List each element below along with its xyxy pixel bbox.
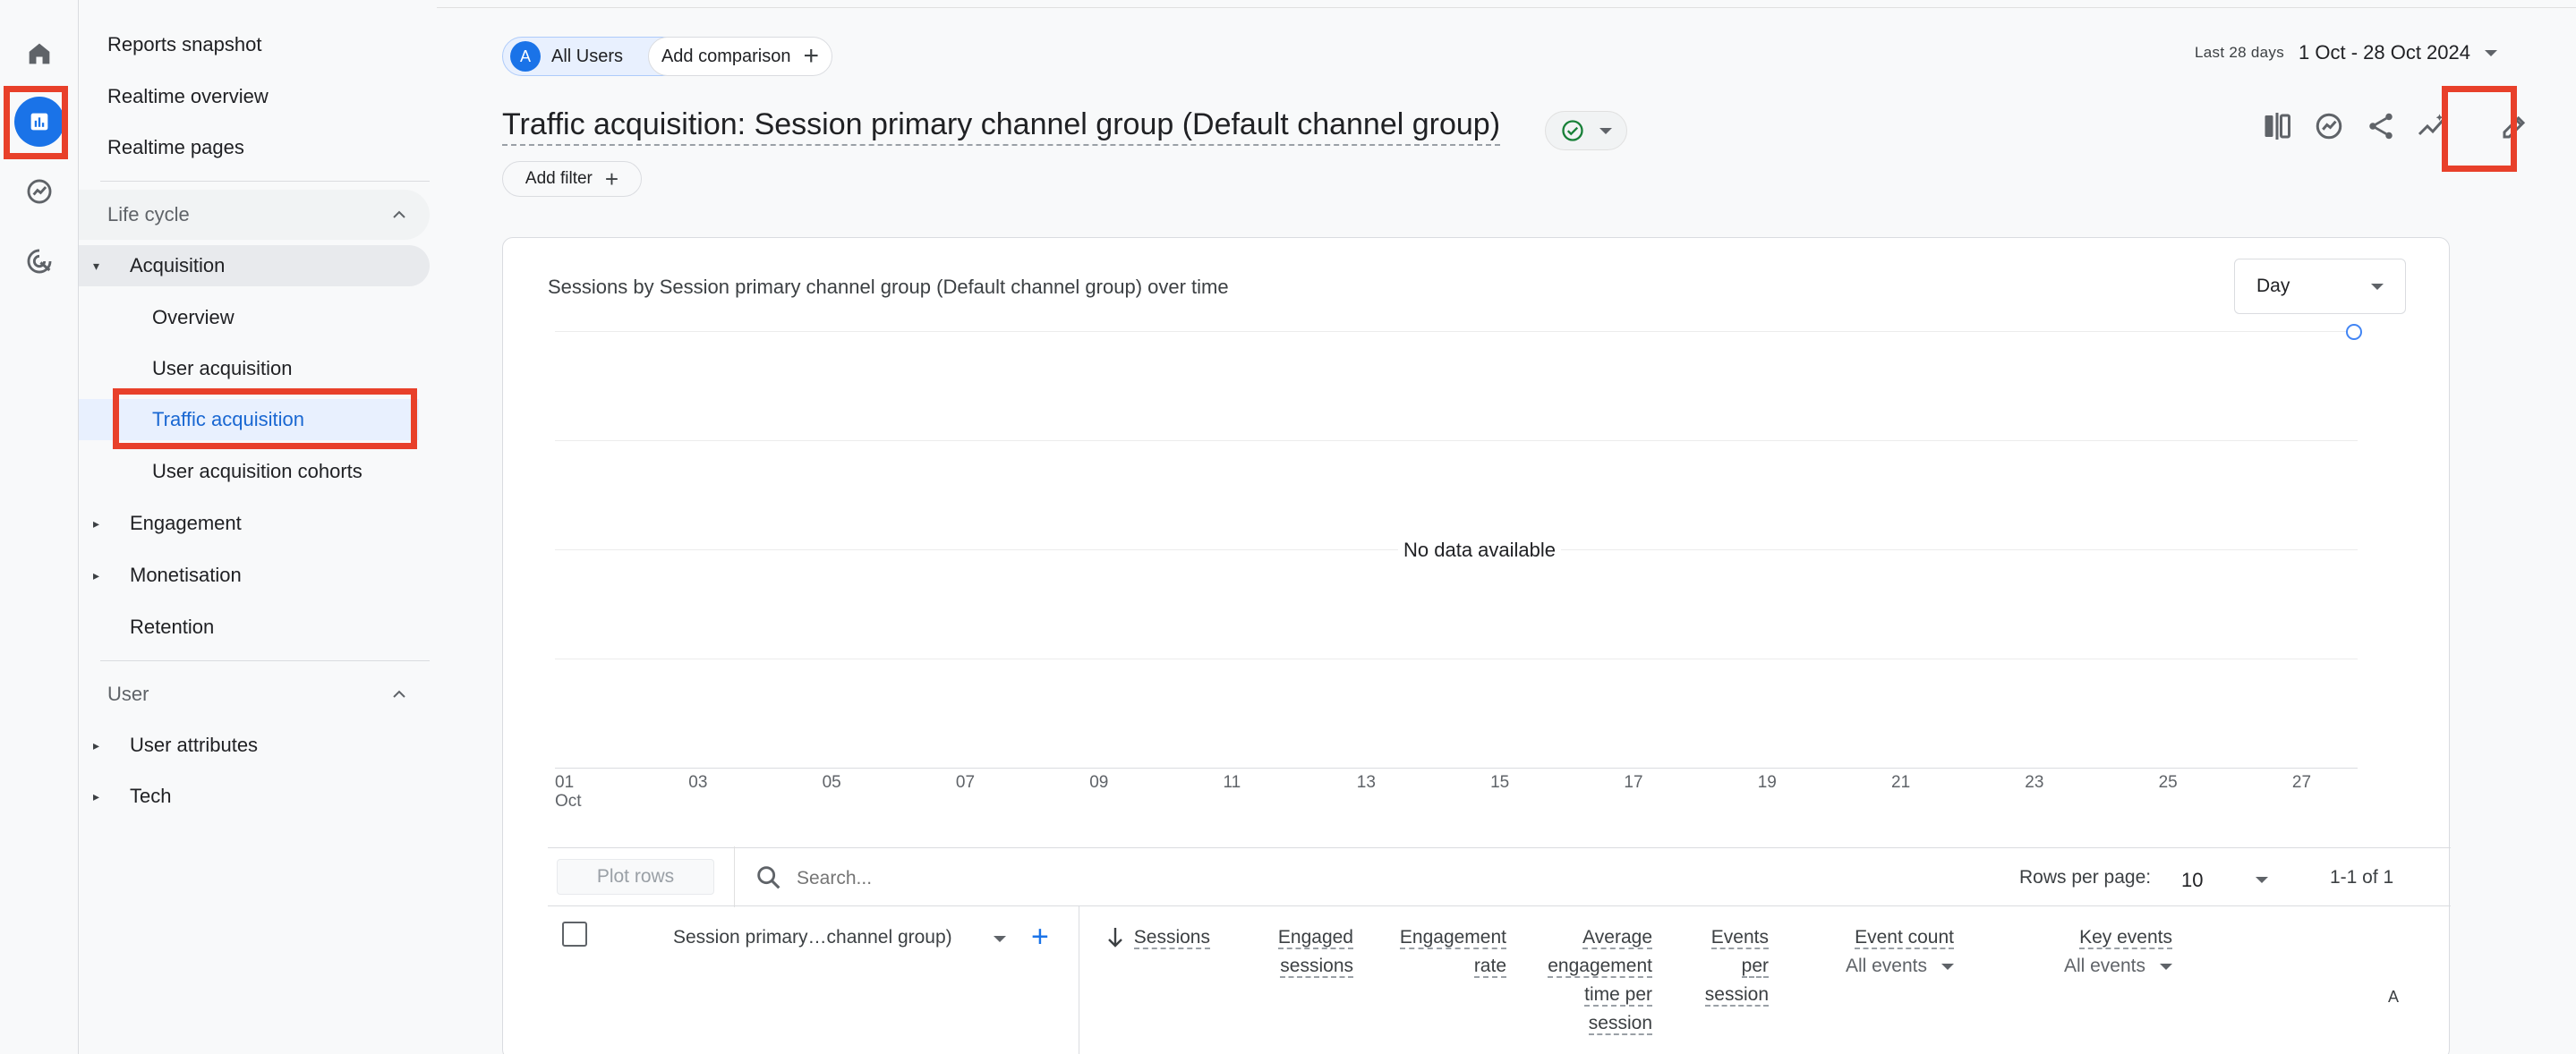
x-tick-label: 27 (2291, 773, 2312, 792)
gridline (555, 440, 2358, 441)
nav-divider (100, 660, 430, 661)
share-icon[interactable] (2363, 106, 2399, 147)
nav-monetisation[interactable]: ▸ Monetisation (79, 555, 430, 596)
toolbar-divider (734, 846, 735, 907)
nav-acquisition-overview[interactable]: Overview (79, 297, 419, 338)
nav-retention[interactable]: Retention (79, 607, 430, 648)
add-comparison-button[interactable]: Add comparison + (648, 37, 832, 76)
sort-down-icon[interactable] (1105, 925, 1126, 950)
top-border (437, 7, 2576, 8)
metric-column-header[interactable]: Average engagement time per session (1548, 923, 1652, 1038)
nav-realtime-overview[interactable]: Realtime overview (79, 76, 430, 117)
check-circle-icon (1562, 120, 1583, 141)
nav-divider (100, 181, 430, 182)
plus-icon: + (604, 166, 619, 192)
nav-user-acquisition-cohorts[interactable]: User acquisition cohorts (79, 451, 419, 492)
metric-column-header[interactable]: Events per session (1704, 923, 1769, 1009)
table-search-input[interactable] (797, 864, 1423, 893)
x-month-label: Oct (555, 792, 582, 811)
dropdown-arrow-icon (2485, 49, 2497, 56)
chart-title: Sessions by Session primary channel grou… (548, 276, 1229, 298)
table-toolbar-border (548, 847, 2451, 848)
caret-down-icon: ▾ (93, 258, 100, 273)
dropdown-arrow-icon[interactable] (2256, 877, 2268, 883)
granularity-select[interactable]: Day (2234, 259, 2406, 314)
table-header-border (548, 905, 2451, 906)
x-axis-line (555, 768, 2358, 769)
x-tick-label: 09 (1089, 773, 1109, 792)
nav-section-lifecycle[interactable]: Life cycle (79, 190, 430, 240)
gridline (555, 331, 2358, 332)
event-filter-select: All events (1846, 952, 1954, 981)
x-tick-label: 25 (2158, 773, 2178, 792)
report-nav: Reports snapshot Realtime overview Realt… (79, 0, 437, 1054)
x-tick-label: 13 (1356, 773, 1376, 792)
dropdown-arrow-icon (1941, 963, 1954, 970)
nav-user-acquisition[interactable]: User acquisition (79, 348, 419, 389)
pagination-info: 1-1 of 1 (2330, 867, 2394, 888)
event-filter-select: All events (2064, 952, 2172, 981)
x-tick-label: 19 (1757, 773, 1777, 792)
home-icon[interactable] (14, 29, 64, 79)
add-dimension-plus-icon[interactable]: + (1031, 920, 1049, 955)
nav-acquisition[interactable]: ▾ Acquisition (79, 245, 430, 286)
add-filter-button[interactable]: Add filter + (502, 161, 642, 197)
rows-per-page-select[interactable]: 10 (2181, 869, 2203, 892)
caret-right-icon: ▸ (93, 515, 100, 531)
dropdown-arrow-icon (2160, 963, 2172, 970)
highlight-box-edit (2442, 86, 2517, 172)
search-icon (757, 866, 780, 889)
x-tick-label: 11 (1223, 773, 1241, 792)
x-tick-label: 17 (1624, 773, 1643, 792)
x-tick-label: 01 Oct (555, 773, 582, 811)
x-tick-label: 05 (822, 773, 841, 792)
caret-right-icon: ▸ (93, 788, 100, 803)
dropdown-arrow-icon[interactable] (994, 936, 1006, 942)
metric-column-header[interactable]: Sessions (1133, 923, 1210, 952)
explore-icon[interactable] (14, 166, 64, 217)
caret-right-icon: ▸ (93, 737, 100, 752)
compare-icon[interactable] (2259, 106, 2295, 147)
plus-icon: + (803, 41, 820, 71)
dimension-column-header[interactable]: Session primary…channel group) (673, 927, 952, 948)
rows-per-page-label: Rows per page: (2019, 867, 2152, 888)
metric-column-header[interactable]: Engaged sessions (1277, 923, 1353, 981)
insights-icon[interactable] (2311, 106, 2347, 147)
x-tick-label: 15 (1490, 773, 1510, 792)
chevron-up-icon (393, 690, 405, 698)
metric-column-header[interactable]: Engagement rate (1399, 923, 1506, 981)
main-content: A All Users Add comparison + Last 28 day… (437, 0, 2576, 1054)
x-tick-label: 07 (955, 773, 976, 792)
nav-user-attributes[interactable]: ▸ User attributes (79, 725, 430, 766)
no-data-message: No data available (1398, 539, 1562, 562)
highlight-box-traffic-acquisition (113, 388, 417, 449)
metric-column-header[interactable]: Key events All events (2064, 923, 2172, 981)
nav-realtime-pages[interactable]: Realtime pages (79, 127, 430, 168)
x-tick-label: 23 (2025, 773, 2044, 792)
nav-reports-snapshot[interactable]: Reports snapshot (79, 24, 430, 65)
metric-column-header[interactable]: Event count All events (1846, 923, 1954, 981)
highlight-box-reports (4, 86, 68, 159)
x-tick-label: 21 (1891, 773, 1911, 792)
chart-end-marker (2346, 324, 2362, 340)
nav-tech[interactable]: ▸ Tech (79, 776, 430, 817)
truncated-column-header[interactable]: A (2388, 982, 2399, 1011)
advertising-icon[interactable] (14, 236, 64, 286)
caret-right-icon: ▸ (93, 567, 100, 582)
date-range-picker[interactable]: Last 28 days 1 Oct - 28 Oct 2024 (2195, 41, 2497, 64)
report-card: Sessions by Session primary channel grou… (502, 237, 2451, 1054)
nav-engagement[interactable]: ▸ Engagement (79, 503, 430, 544)
plot-rows-button[interactable]: Plot rows (557, 859, 714, 895)
select-all-checkbox[interactable] (562, 922, 587, 947)
report-toolbar (2259, 106, 2451, 147)
dropdown-arrow-icon (1599, 127, 1612, 134)
data-quality-status[interactable] (1545, 111, 1627, 150)
nav-section-user[interactable]: User (79, 669, 430, 719)
dropdown-arrow-icon (2371, 283, 2384, 290)
chevron-up-icon (393, 210, 405, 218)
page-title: Traffic acquisition: Session primary cha… (502, 107, 1501, 146)
x-tick-label: 03 (688, 773, 708, 792)
segment-avatar: A (510, 41, 541, 72)
